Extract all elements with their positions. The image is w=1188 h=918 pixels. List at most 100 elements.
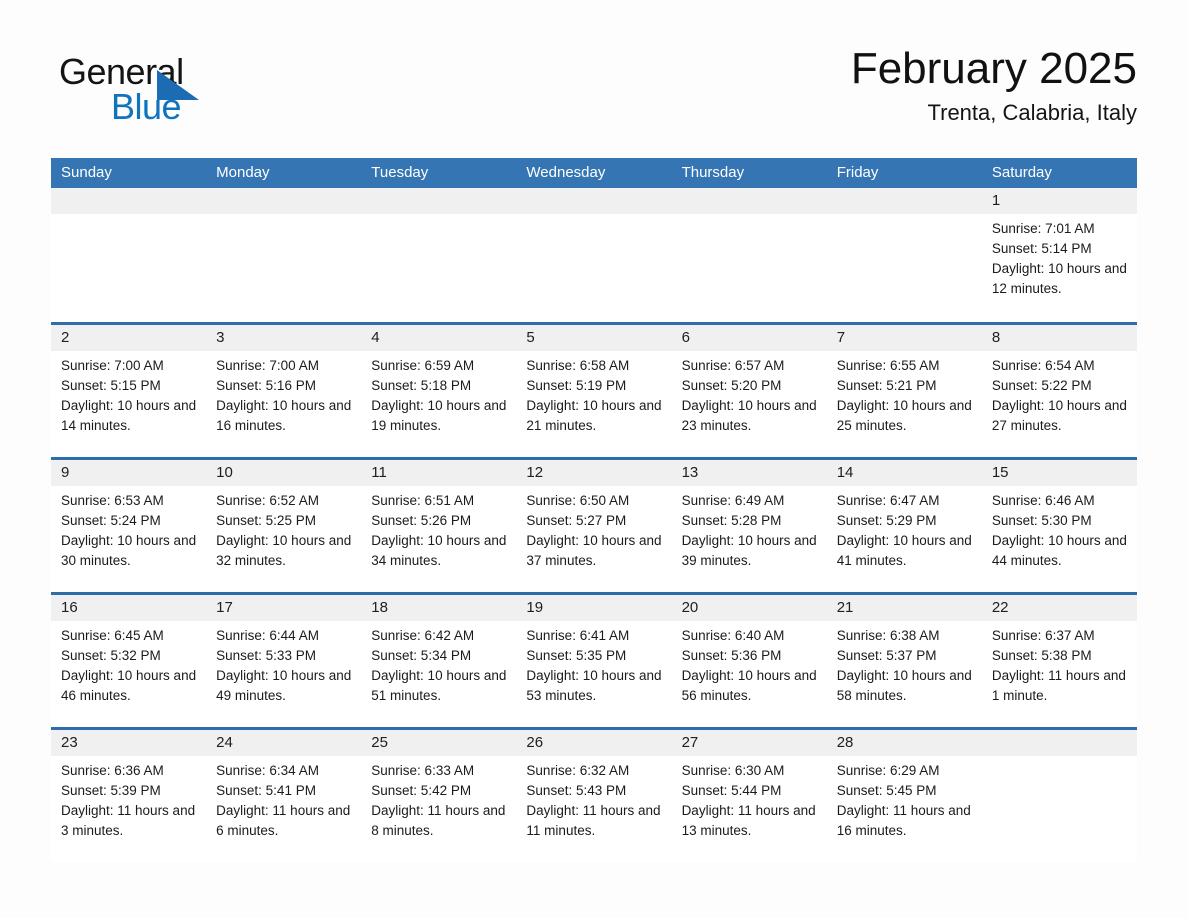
day-band: [671, 325, 827, 351]
day-details: Sunrise: 6:52 AM Sunset: 5:25 PM Dayligh…: [206, 486, 361, 571]
sunset-text: Sunset: 5:21 PM: [836, 378, 937, 393]
sunset-text: Sunset: 5:18 PM: [371, 378, 472, 393]
sunset-text: Sunset: 5:30 PM: [991, 513, 1092, 528]
day-cell[interactable]: 8 Sunrise: 6:54 AM Sunset: 5:22 PM Dayli…: [981, 325, 1137, 457]
weekday-tuesday: Tuesday: [371, 164, 429, 181]
week-row: 1 Sunrise: 7:01 AM Sunset: 5:14 PM Dayli…: [51, 188, 1137, 322]
sunrise-text: Sunrise: 6:40 AM: [681, 628, 785, 643]
sunset-text: Sunset: 5:16 PM: [216, 378, 316, 393]
day-cell[interactable]: 14 Sunrise: 6:47 AM Sunset: 5:29 PM Dayl…: [826, 460, 982, 592]
day-cell[interactable]: 10 Sunrise: 6:52 AM Sunset: 5:25 PM Dayl…: [206, 460, 362, 592]
daylight-text: Daylight: 10 hours and 41 minutes.: [836, 533, 972, 568]
sunrise-text: Sunrise: 6:46 AM: [991, 493, 1095, 508]
day-number: 19: [526, 599, 544, 616]
daylight-text: Daylight: 10 hours and 21 minutes.: [526, 398, 662, 433]
day-cell[interactable]: 25 Sunrise: 6:33 AM Sunset: 5:42 PM Dayl…: [361, 730, 517, 862]
day-cell[interactable]: 26 Sunrise: 6:32 AM Sunset: 5:43 PM Dayl…: [516, 730, 672, 862]
calendar-grid: Sunday Monday Tuesday Wednesday Thursday…: [51, 158, 1137, 862]
daylight-text: Daylight: 11 hours and 8 minutes.: [371, 803, 506, 838]
daylight-text: Daylight: 11 hours and 1 minute.: [991, 668, 1126, 703]
day-details: Sunrise: 6:42 AM Sunset: 5:34 PM Dayligh…: [361, 621, 516, 706]
day-cell[interactable]: 15 Sunrise: 6:46 AM Sunset: 5:30 PM Dayl…: [981, 460, 1137, 592]
day-number: 12: [526, 464, 544, 481]
weekday-monday: Monday: [216, 164, 270, 181]
day-band: [981, 730, 1137, 756]
day-cell[interactable]: 22 Sunrise: 6:37 AM Sunset: 5:38 PM Dayl…: [981, 595, 1137, 727]
sunrise-text: Sunrise: 6:29 AM: [836, 763, 940, 778]
day-details: Sunrise: 6:54 AM Sunset: 5:22 PM Dayligh…: [982, 351, 1137, 436]
day-details: Sunrise: 6:58 AM Sunset: 5:19 PM Dayligh…: [516, 351, 671, 436]
day-cell[interactable]: 1 Sunrise: 7:01 AM Sunset: 5:14 PM Dayli…: [981, 188, 1137, 322]
day-details: Sunrise: 6:32 AM Sunset: 5:43 PM Dayligh…: [516, 756, 671, 841]
generalblue-logo[interactable]: General Blue: [59, 54, 319, 134]
week-row: 2 Sunrise: 7:00 AM Sunset: 5:15 PM Dayli…: [51, 322, 1137, 457]
sunrise-text: Sunrise: 6:45 AM: [61, 628, 164, 643]
day-band: [826, 325, 982, 351]
sunset-text: Sunset: 5:38 PM: [991, 648, 1092, 663]
week-row: 16 Sunrise: 6:45 AM Sunset: 5:32 PM Dayl…: [51, 592, 1137, 727]
day-cell[interactable]: 11 Sunrise: 6:51 AM Sunset: 5:26 PM Dayl…: [361, 460, 517, 592]
day-number: 11: [371, 464, 387, 481]
logo-text-blue: Blue: [111, 86, 182, 127]
sunset-text: Sunset: 5:19 PM: [526, 378, 627, 393]
day-cell[interactable]: 4 Sunrise: 6:59 AM Sunset: 5:18 PM Dayli…: [361, 325, 517, 457]
day-cell[interactable]: 19 Sunrise: 6:41 AM Sunset: 5:35 PM Dayl…: [516, 595, 672, 727]
day-details: Sunrise: 6:46 AM Sunset: 5:30 PM Dayligh…: [982, 486, 1137, 571]
sunrise-text: Sunrise: 6:38 AM: [836, 628, 940, 643]
day-details: Sunrise: 6:37 AM Sunset: 5:38 PM Dayligh…: [982, 621, 1137, 706]
day-cell[interactable]: 9 Sunrise: 6:53 AM Sunset: 5:24 PM Dayli…: [51, 460, 207, 592]
day-cell[interactable]: 2 Sunrise: 7:00 AM Sunset: 5:15 PM Dayli…: [51, 325, 207, 457]
day-cell[interactable]: 5 Sunrise: 6:58 AM Sunset: 5:19 PM Dayli…: [516, 325, 672, 457]
sunrise-text: Sunrise: 6:36 AM: [61, 763, 164, 778]
sunset-text: Sunset: 5:26 PM: [371, 513, 472, 528]
day-cell[interactable]: 12 Sunrise: 6:50 AM Sunset: 5:27 PM Dayl…: [516, 460, 672, 592]
sunset-text: Sunset: 5:20 PM: [681, 378, 782, 393]
sunset-text: Sunset: 5:35 PM: [526, 648, 627, 663]
sunset-text: Sunset: 5:41 PM: [216, 783, 316, 798]
day-cell[interactable]: 21 Sunrise: 6:38 AM Sunset: 5:37 PM Dayl…: [826, 595, 982, 727]
day-cell[interactable]: 28 Sunrise: 6:29 AM Sunset: 5:45 PM Dayl…: [826, 730, 982, 862]
day-details: Sunrise: 7:01 AM Sunset: 5:14 PM Dayligh…: [982, 214, 1137, 299]
sunrise-text: Sunrise: 6:50 AM: [526, 493, 630, 508]
sunset-text: Sunset: 5:42 PM: [371, 783, 472, 798]
sunrise-text: Sunrise: 6:47 AM: [836, 493, 940, 508]
daylight-text: Daylight: 11 hours and 6 minutes.: [216, 803, 351, 838]
day-cell[interactable]: 13 Sunrise: 6:49 AM Sunset: 5:28 PM Dayl…: [671, 460, 827, 592]
day-cell[interactable]: 24 Sunrise: 6:34 AM Sunset: 5:41 PM Dayl…: [206, 730, 362, 862]
sunrise-text: Sunrise: 7:00 AM: [61, 358, 164, 373]
daylight-text: Daylight: 10 hours and 51 minutes.: [371, 668, 507, 703]
day-cell[interactable]: 6 Sunrise: 6:57 AM Sunset: 5:20 PM Dayli…: [671, 325, 827, 457]
sunrise-text: Sunrise: 6:30 AM: [681, 763, 785, 778]
daylight-text: Daylight: 10 hours and 23 minutes.: [681, 398, 817, 433]
page-title: February 2025: [850, 44, 1137, 93]
weekday-wednesday: Wednesday: [526, 164, 606, 181]
day-cell[interactable]: 16 Sunrise: 6:45 AM Sunset: 5:32 PM Dayl…: [51, 595, 207, 727]
day-band: [51, 325, 207, 351]
day-number: 13: [681, 464, 699, 481]
day-cell[interactable]: 18 Sunrise: 6:42 AM Sunset: 5:34 PM Dayl…: [361, 595, 517, 727]
day-cell[interactable]: 3 Sunrise: 7:00 AM Sunset: 5:16 PM Dayli…: [206, 325, 362, 457]
day-cell[interactable]: 7 Sunrise: 6:55 AM Sunset: 5:21 PM Dayli…: [826, 325, 982, 457]
sunrise-text: Sunrise: 6:55 AM: [836, 358, 940, 373]
daylight-text: Daylight: 11 hours and 13 minutes.: [681, 803, 816, 838]
day-cell[interactable]: 23 Sunrise: 6:36 AM Sunset: 5:39 PM Dayl…: [51, 730, 207, 862]
daylight-text: Daylight: 11 hours and 16 minutes.: [836, 803, 971, 838]
daylight-text: Daylight: 10 hours and 34 minutes.: [371, 533, 507, 568]
day-cell[interactable]: 27 Sunrise: 6:30 AM Sunset: 5:44 PM Dayl…: [671, 730, 827, 862]
day-cell: [51, 188, 207, 322]
day-number: 9: [61, 464, 70, 481]
week-row: 9 Sunrise: 6:53 AM Sunset: 5:24 PM Dayli…: [51, 457, 1137, 592]
day-details: Sunrise: 6:41 AM Sunset: 5:35 PM Dayligh…: [516, 621, 671, 706]
weekday-header-row: Sunday Monday Tuesday Wednesday Thursday…: [51, 158, 1137, 188]
day-cell: [361, 188, 517, 322]
day-details: Sunrise: 6:30 AM Sunset: 5:44 PM Dayligh…: [672, 756, 827, 841]
day-cell: [826, 188, 982, 322]
day-cell[interactable]: 17 Sunrise: 6:44 AM Sunset: 5:33 PM Dayl…: [206, 595, 362, 727]
day-cell[interactable]: 20 Sunrise: 6:40 AM Sunset: 5:36 PM Dayl…: [671, 595, 827, 727]
week-row: 23 Sunrise: 6:36 AM Sunset: 5:39 PM Dayl…: [51, 727, 1137, 862]
sunrise-text: Sunrise: 6:57 AM: [681, 358, 785, 373]
calendar-page: General Blue February 2025 Trenta, Calab…: [0, 0, 1188, 918]
day-band: [826, 188, 982, 214]
sunset-text: Sunset: 5:14 PM: [991, 241, 1092, 256]
daylight-text: Daylight: 10 hours and 30 minutes.: [61, 533, 197, 568]
